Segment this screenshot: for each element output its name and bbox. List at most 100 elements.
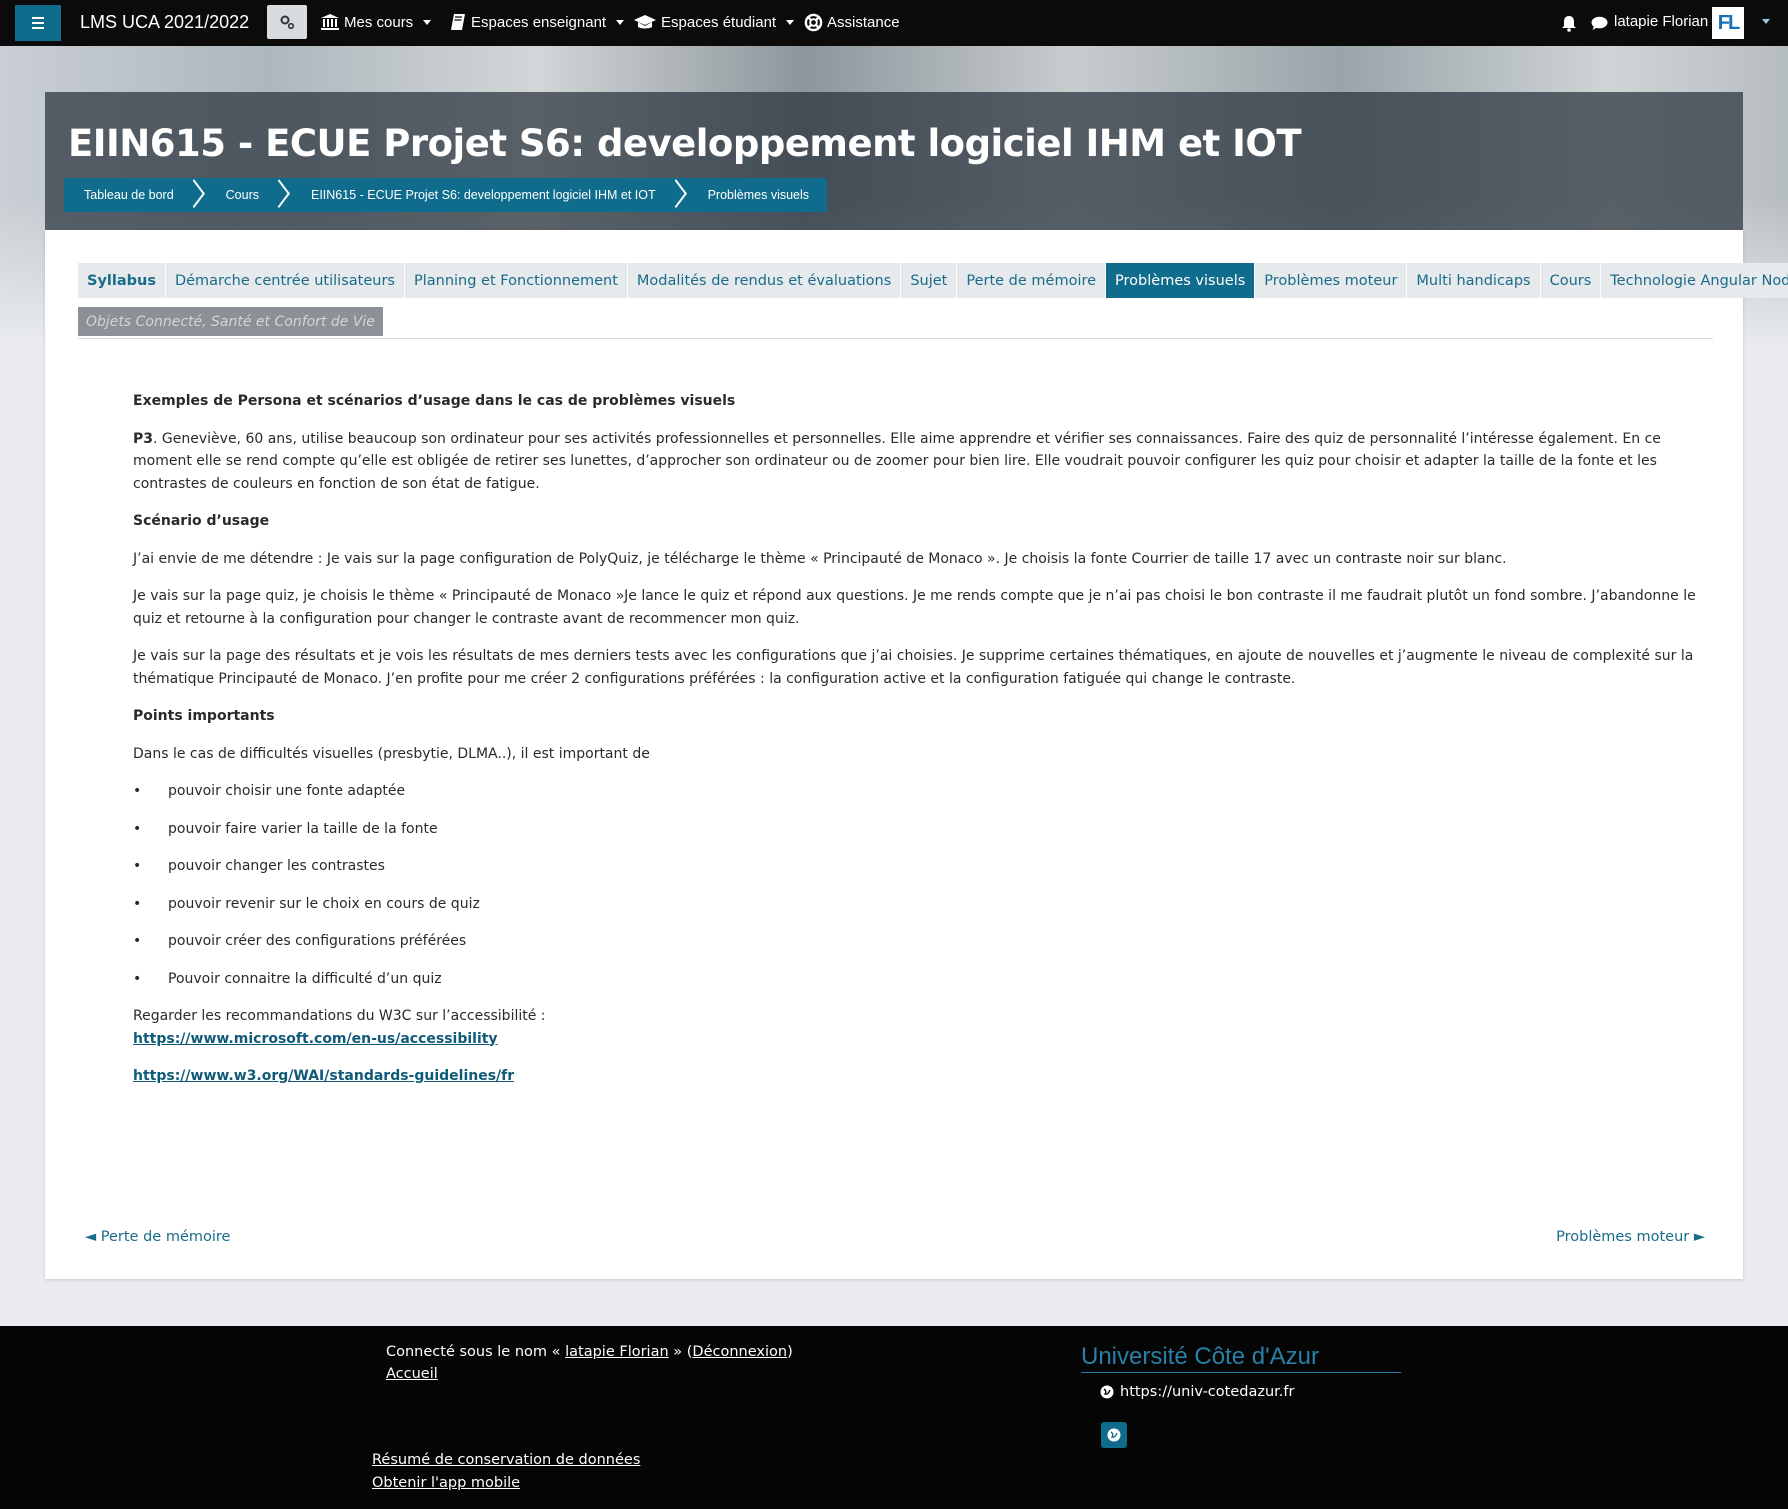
bell-icon[interactable] xyxy=(1561,15,1577,32)
menu-toggle-button[interactable] xyxy=(15,5,61,41)
list-item-text: pouvoir revenir sur le choix en cours de… xyxy=(168,895,480,912)
data-retention-link[interactable]: Résumé de conservation de données xyxy=(372,1452,640,1468)
hamburger-icon xyxy=(32,17,44,19)
list-item: • pouvoir revenir sur le choix en cours d… xyxy=(133,893,1708,916)
nav-espaces-etudiant-label: Espaces étudiant xyxy=(661,13,777,31)
list-item: • pouvoir changer les contrastes xyxy=(133,855,1708,878)
tab-problemes-visuels[interactable]: Problèmes visuels xyxy=(1106,263,1256,298)
chevron-right-icon xyxy=(186,178,204,212)
link-microsoft-accessibility[interactable]: https://www.microsoft.com/en-us/accessib… xyxy=(133,1031,498,1047)
w3c-paragraph: Regarder les recommandations du W3C sur … xyxy=(133,1005,1708,1050)
tab-problemes-moteur[interactable]: Problèmes moteur xyxy=(1255,263,1408,298)
caret-down-icon xyxy=(423,19,432,25)
prev-section-link[interactable]: ◄ Perte de mémoire xyxy=(85,1229,230,1245)
avatar[interactable]: FL xyxy=(1712,7,1744,39)
caret-down-icon xyxy=(616,19,625,25)
logout-link[interactable]: Déconnexion xyxy=(692,1344,787,1360)
breadcrumb-course[interactable]: EIIN615 - ECUE Projet S6: developpement … xyxy=(311,188,656,202)
page-title: EIIN615 - ECUE Projet S6: developpement … xyxy=(68,122,1302,165)
tab-modalites[interactable]: Modalités de rendus et évaluations xyxy=(627,263,902,298)
list-item-text: pouvoir faire varier la taille de la fon… xyxy=(168,820,438,837)
tab-sujet[interactable]: Sujet xyxy=(901,263,958,298)
persona-paragraph: P3. Geneviève, 60 ans, utilise beaucoup … xyxy=(133,428,1708,496)
w3c-text: Regarder les recommandations du W3C sur … xyxy=(133,1008,546,1024)
home-link[interactable]: Accueil xyxy=(386,1366,438,1382)
scenario-paragraph-3: Je vais sur la page des résultats et je … xyxy=(133,648,1694,687)
tab-cours[interactable]: Cours xyxy=(1540,263,1602,298)
login-suffix: ) xyxy=(787,1344,793,1360)
caret-down-icon xyxy=(786,19,795,25)
nav-espaces-enseignant-label: Espaces enseignant xyxy=(471,13,607,31)
bullet-marker: • xyxy=(133,820,142,837)
tab-objets-connectes-disabled: Objets Connecté, Santé et Confort de Vie xyxy=(78,307,383,336)
list-item: • pouvoir créer des configurations préfér… xyxy=(133,930,1708,953)
life-ring-icon xyxy=(804,13,823,32)
tabs-divider xyxy=(78,338,1713,339)
tab-perte-memoire[interactable]: Perte de mémoire xyxy=(957,263,1107,298)
points-intro: Dans le cas de difficultés visuelles (pr… xyxy=(133,745,650,762)
breadcrumb-current[interactable]: Problèmes visuels xyxy=(708,188,809,202)
login-prefix: Connecté sous le nom « xyxy=(386,1344,566,1360)
page-footer: Connecté sous le nom « latapie Florian »… xyxy=(0,1326,1788,1509)
chat-bubble-icon[interactable] xyxy=(1591,16,1608,31)
tab-syllabus[interactable]: Syllabus xyxy=(78,263,166,298)
globe-icon xyxy=(1107,1428,1121,1442)
bullet-marker: • xyxy=(133,783,142,799)
site-name[interactable]: LMS UCA 2021/2022 xyxy=(80,12,249,33)
link-w3c-guidelines[interactable]: https://www.w3.org/WAI/standards-guideli… xyxy=(133,1068,514,1084)
nav-mes-cours-label: Mes cours xyxy=(344,13,414,31)
tab-multi-handicaps[interactable]: Multi handicaps xyxy=(1407,263,1541,298)
nav-espaces-etudiant[interactable]: Espaces étudiant xyxy=(633,13,795,31)
w3c-link-paragraph: https://www.w3.org/WAI/standards-guideli… xyxy=(133,1065,1708,1088)
scenario-paragraph-2: Je vais sur la page quiz, je choisis le … xyxy=(133,588,1696,627)
list-item: • pouvoir choisir une fonte adaptée xyxy=(133,780,1708,803)
course-tabs: Syllabus Démarche centrée utilisateurs P… xyxy=(78,263,1788,298)
nav-assistance-label: Assistance xyxy=(827,14,900,31)
profile-link[interactable]: latapie Florian xyxy=(565,1344,669,1360)
bullet-marker: • xyxy=(133,858,142,874)
chevron-right-icon xyxy=(668,178,686,212)
next-section-link[interactable]: Problèmes moteur ► xyxy=(1556,1229,1705,1245)
nav-mes-cours[interactable]: Mes cours xyxy=(320,13,432,31)
chevron-right-icon xyxy=(271,178,289,212)
login-mid: » ( xyxy=(668,1344,693,1360)
nav-assistance[interactable]: Assistance xyxy=(804,13,900,32)
bullet-marker: • xyxy=(133,970,142,987)
list-item-text: Pouvoir connaitre la difficulté d’un qui… xyxy=(168,970,442,987)
user-name[interactable]: latapie Florian xyxy=(1614,13,1708,30)
list-item-text: pouvoir choisir une fonte adaptée xyxy=(168,783,406,799)
scenario-heading: Scénario d’usage xyxy=(133,513,270,529)
graduation-cap-icon xyxy=(634,15,656,29)
tab-technologie[interactable]: Technologie Angular NodeJs xyxy=(1601,263,1788,298)
main-content-card: Syllabus Démarche centrée utilisateurs P… xyxy=(45,230,1788,1279)
points-heading: Points importants xyxy=(133,708,275,724)
university-name: Université Côte d'Azur xyxy=(1081,1343,1401,1373)
list-item-text: pouvoir créer des configurations préféré… xyxy=(168,933,467,949)
mobile-app-link[interactable]: Obtenir l'app mobile xyxy=(372,1475,520,1491)
breadcrumb: Tableau de bord Cours EIIN615 - ECUE Pro… xyxy=(64,178,828,212)
persona-label: P3 xyxy=(133,430,154,447)
persona-text: . Geneviève, 60 ans, utilise beaucoup so… xyxy=(133,430,1661,492)
nav-espaces-enseignant[interactable]: Espaces enseignant xyxy=(450,13,625,31)
bullet-marker: • xyxy=(133,933,142,949)
university-url[interactable]: https://univ-cotedazur.fr xyxy=(1100,1384,1294,1400)
institution-icon xyxy=(321,14,339,30)
bullet-marker: • xyxy=(133,895,142,912)
section-content: Exemples de Persona et scénarios d’usage… xyxy=(133,390,1708,1103)
settings-button[interactable] xyxy=(267,5,307,39)
website-button[interactable] xyxy=(1101,1422,1127,1448)
user-menu-caret-icon[interactable] xyxy=(1762,19,1770,24)
book-icon xyxy=(451,14,465,30)
tab-demarche[interactable]: Démarche centrée utilisateurs xyxy=(165,263,405,298)
page-header: EIIN615 - ECUE Projet S6: developpement … xyxy=(45,92,1743,230)
breadcrumb-courses[interactable]: Cours xyxy=(226,188,259,202)
university-url-text: https://univ-cotedazur.fr xyxy=(1120,1384,1295,1400)
scenario-paragraph-1: J’ai envie de me détendre : Je vais sur … xyxy=(133,550,1507,567)
login-info: Connecté sous le nom « latapie Florian »… xyxy=(386,1344,793,1360)
list-item: • Pouvoir connaitre la difficulté d’un qu… xyxy=(133,968,1708,991)
gear-icon xyxy=(280,15,295,30)
breadcrumb-dashboard[interactable]: Tableau de bord xyxy=(84,188,174,202)
globe-icon xyxy=(1100,1385,1114,1399)
top-navbar: LMS UCA 2021/2022 Mes cours Espaces ense… xyxy=(0,0,1788,46)
tab-planning[interactable]: Planning et Fonctionnement xyxy=(404,263,628,298)
